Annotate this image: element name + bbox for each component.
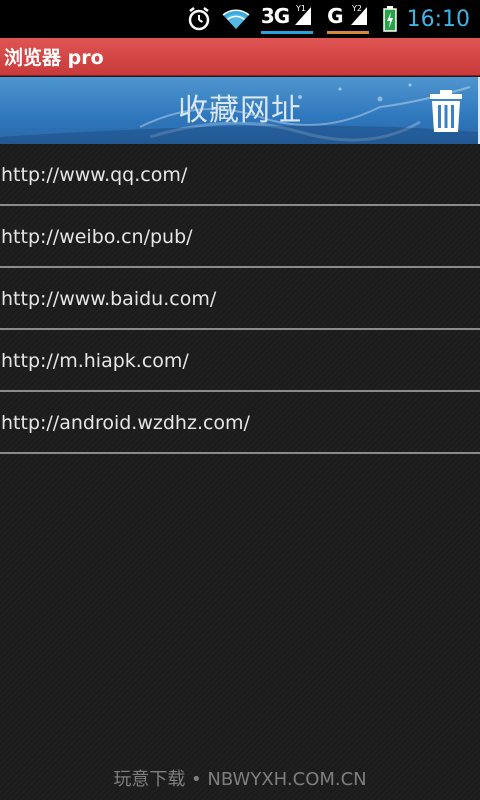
delete-all-button[interactable] bbox=[426, 89, 466, 133]
bookmark-url: http://weibo.cn/pub/ bbox=[1, 226, 193, 248]
wifi-icon bbox=[221, 4, 251, 34]
trash-icon bbox=[430, 90, 462, 132]
bookmark-url: http://www.baidu.com/ bbox=[1, 288, 217, 310]
bookmark-url: http://m.hiapk.com/ bbox=[1, 350, 189, 372]
bookmark-item[interactable]: http://android.wzdhz.com/ bbox=[0, 392, 480, 454]
signal-1-icon: Y1 bbox=[293, 3, 313, 29]
header-title: 收藏网址 bbox=[178, 93, 302, 128]
watermark: 玩意下载 • NBWYXH.COM.CN bbox=[113, 769, 367, 790]
bookmark-item[interactable]: http://www.qq.com/ bbox=[0, 144, 480, 206]
alarm-icon bbox=[187, 4, 211, 34]
network-g-indicator: G Y2 bbox=[327, 3, 369, 34]
screen: 3G Y1 G Y2 16:10 浏览器 pro 收藏网址 http://www… bbox=[0, 0, 480, 800]
svg-text:Y1: Y1 bbox=[295, 4, 306, 13]
network-2-label: G bbox=[327, 4, 343, 28]
bookmark-item[interactable]: http://m.hiapk.com/ bbox=[0, 330, 480, 392]
signal-2-icon: Y2 bbox=[349, 3, 369, 29]
battery-charging-icon bbox=[382, 4, 397, 34]
clock: 16:10 bbox=[406, 6, 470, 32]
bookmark-url: http://www.qq.com/ bbox=[1, 164, 188, 186]
bookmarks-header: 收藏网址 bbox=[0, 77, 478, 144]
bookmark-item[interactable]: http://www.baidu.com/ bbox=[0, 268, 480, 330]
network-3g-indicator: 3G Y1 bbox=[260, 3, 314, 34]
bookmark-list: http://www.qq.com/ http://weibo.cn/pub/ … bbox=[0, 144, 480, 454]
svg-text:Y2: Y2 bbox=[351, 4, 362, 13]
app-title: 浏览器 pro bbox=[4, 47, 104, 69]
app-title-bar: 浏览器 pro bbox=[0, 38, 480, 76]
status-bar: 3G Y1 G Y2 16:10 bbox=[0, 0, 480, 38]
network-1-label: 3G bbox=[260, 4, 290, 28]
bookmark-url: http://android.wzdhz.com/ bbox=[1, 412, 250, 434]
bookmark-item[interactable]: http://weibo.cn/pub/ bbox=[0, 206, 480, 268]
